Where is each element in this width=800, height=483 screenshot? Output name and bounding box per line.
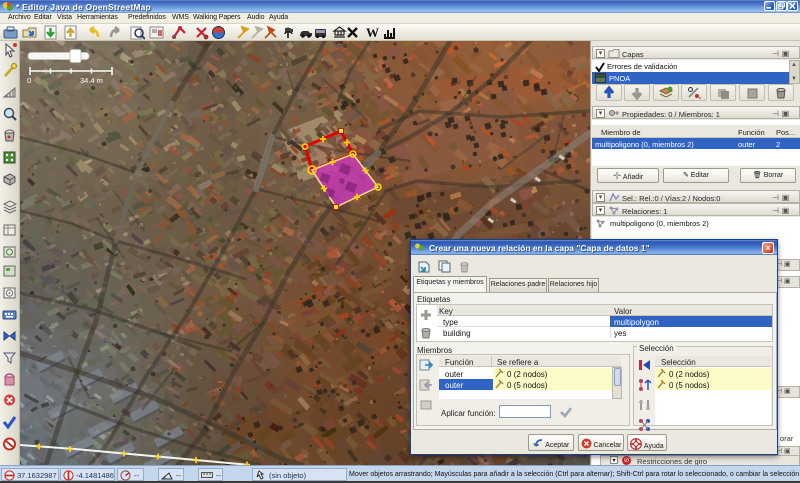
svg-text:W: W (366, 25, 379, 40)
svg-text:34.4 m: 34.4 m (80, 76, 103, 85)
svg-text:0: 0 (27, 76, 31, 85)
